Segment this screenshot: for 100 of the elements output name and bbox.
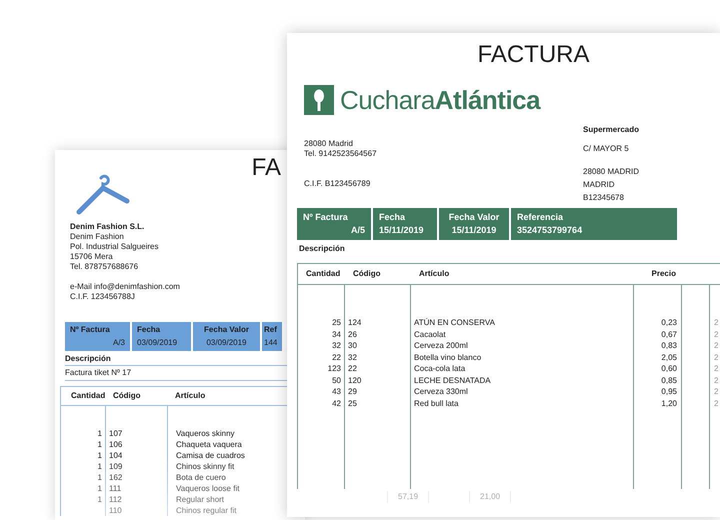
code-cell: 22 — [348, 364, 357, 373]
quantity-cell: 1 — [98, 429, 102, 438]
code-cell: 111 — [109, 484, 122, 493]
header-value: A/5 — [350, 224, 365, 237]
quantity-cell: 1 — [98, 473, 102, 482]
quantity-cell: 25 — [332, 318, 341, 327]
header-value: A/3 — [112, 337, 125, 349]
description-label: Descripción — [65, 354, 111, 363]
code-cell: 112 — [109, 495, 122, 504]
quantity-cell: 1 — [98, 462, 102, 471]
description-text: Factura tiket Nº 17 — [65, 368, 132, 377]
description-label: Descripción — [299, 244, 345, 253]
price-cell: 0,23 — [661, 318, 677, 327]
code-cell: 29 — [348, 387, 357, 396]
spoon-logo-icon — [304, 85, 334, 115]
code-cell: 32 — [348, 352, 357, 362]
table-cell: 2 — [714, 364, 718, 373]
table-cell: 2 — [714, 387, 718, 396]
column-header: Artículo — [418, 268, 450, 280]
table-cell: 2 — [714, 352, 718, 362]
address-line: 15706 Mera — [70, 252, 114, 262]
price-cell: 0,95 — [661, 387, 677, 396]
seller-tax-id: C.I.F. B123456789 — [304, 179, 372, 189]
seller-line: Tel. 9142523564567 — [304, 149, 378, 159]
code-cell: 110 — [109, 506, 122, 515]
item-cell: Chinos regular fit — [176, 506, 236, 515]
quantity-cell: 50 — [332, 376, 341, 384]
code-cell: 107 — [109, 429, 122, 438]
column-header: Código — [352, 268, 382, 280]
code-cell: 124 — [348, 318, 362, 327]
item-cell: Red bull lata — [414, 398, 458, 408]
quantity-cell: 1 — [98, 440, 102, 449]
price-cell: 0,67 — [661, 330, 677, 338]
header-label: Nº Factura — [303, 210, 349, 224]
header-value: 15/11/2019 — [379, 224, 425, 237]
item-cell: Cerveza 200ml — [414, 341, 468, 350]
contact-line: C.I.F. 123456788J — [70, 292, 136, 302]
item-cell: Bota de cuero — [176, 473, 226, 482]
item-cell: Vaqueros skinny — [176, 429, 235, 438]
header-label: Fecha Valor — [448, 210, 500, 224]
code-cell: 25 — [348, 398, 357, 408]
price-cell: 0,83 — [661, 341, 677, 350]
price-cell: 0,85 — [661, 376, 677, 384]
quantity-cell: 1 — [98, 451, 102, 460]
client-street: C/ MAYOR 5 — [583, 143, 630, 155]
item-cell: Cacaolat — [414, 330, 446, 338]
client-line: MADRID — [583, 179, 616, 191]
quantity-cell: 32 — [332, 341, 341, 350]
item-cell: Camisa de cuadros — [176, 451, 245, 460]
item-cell: Chinos skinny fit — [176, 462, 234, 471]
client-line: B12345678 — [583, 192, 625, 204]
company-logo: CucharaAtlántica — [340, 87, 540, 113]
invoice-title: FA — [252, 156, 281, 180]
item-cell: Regular short — [176, 495, 224, 504]
header-label: Fecha Valor — [203, 324, 250, 336]
quantity-cell: 1 — [98, 495, 102, 504]
item-cell: Cerveza 330ml — [414, 387, 468, 396]
column-header: Cantidad — [305, 268, 342, 280]
item-cell: Coca-cola lata — [414, 364, 466, 373]
total-value: 57,19 — [387, 491, 430, 503]
table-cell: 2 — [714, 330, 718, 338]
column-header: Artículo — [175, 390, 206, 402]
column-header: Código — [113, 390, 142, 402]
seller-line: 28080 Madrid — [304, 139, 354, 149]
contact-line: e-Mail info@denimfashion.com — [70, 282, 181, 292]
quantity-cell: 22 — [332, 352, 341, 362]
table-cell: 2 — [714, 376, 718, 384]
header-label: Referencia — [517, 210, 564, 224]
address-line: Tel. 878757688676 — [70, 262, 140, 272]
address-line: Denim Fashion — [70, 232, 125, 242]
total-value: 21,00 — [469, 491, 512, 503]
quantity-cell: 43 — [332, 387, 341, 396]
item-cell: ATÚN EN CONSERVA — [414, 318, 495, 327]
table-cell: 2 — [714, 398, 718, 408]
code-cell: 162 — [109, 473, 122, 482]
code-cell: 109 — [109, 462, 122, 471]
table-cell: 2 — [714, 318, 718, 327]
header-label: Nº Factura — [70, 324, 111, 336]
header-label: Ref — [264, 324, 278, 336]
header-value: 3524753799764 — [517, 224, 584, 237]
table-cell: 2 — [714, 341, 718, 350]
price-cell: 1,20 — [661, 398, 677, 408]
header-value: 03/09/2019 — [137, 337, 178, 349]
client-line: 28080 MADRID — [583, 166, 640, 178]
company-name: Denim Fashion S.L. — [70, 222, 146, 232]
header-value: 15/11/2019 — [450, 224, 498, 237]
price-cell: 2,05 — [661, 352, 677, 362]
price-cell: 0,60 — [661, 364, 677, 373]
item-cell: Chaqueta vaquera — [176, 440, 242, 449]
quantity-cell: 1 — [98, 484, 102, 493]
header-label: Fecha — [379, 210, 406, 224]
client-name: Supermercado — [583, 124, 640, 136]
quantity-cell: 123 — [328, 364, 341, 373]
header-value: 144 — [264, 337, 278, 349]
code-cell: 104 — [109, 451, 122, 460]
quantity-cell: 42 — [332, 398, 341, 408]
code-cell: 30 — [348, 341, 357, 350]
column-header: Precio — [650, 268, 677, 280]
header-value: 03/09/2019 — [205, 337, 248, 349]
invoice-title: FACTURA — [477, 43, 590, 67]
